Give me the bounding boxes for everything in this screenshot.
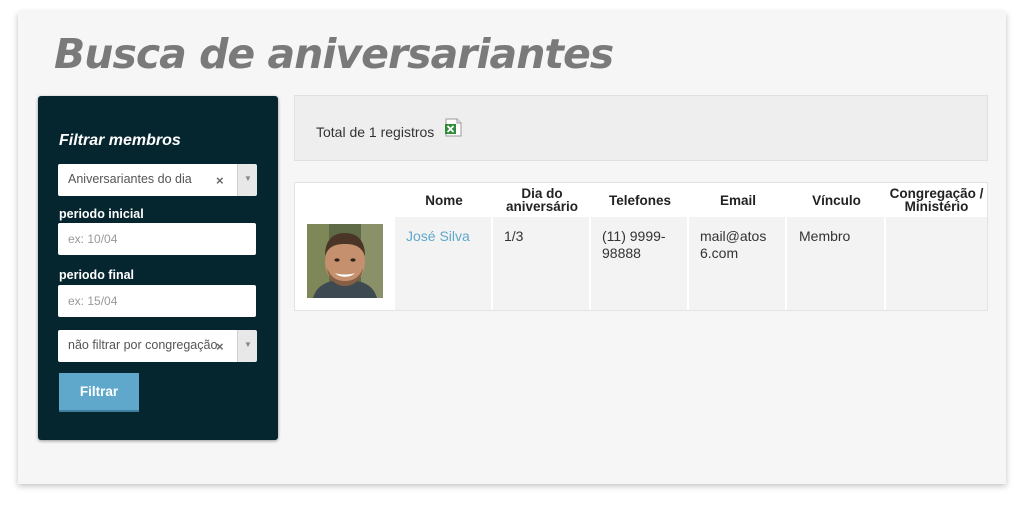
member-name-link[interactable]: José Silva: [406, 228, 470, 244]
clear-icon[interactable]: ×: [216, 173, 224, 188]
congregation-select[interactable]: não filtrar por congregação × ▼: [58, 330, 257, 362]
filter-panel: Filtrar membros Aniversariantes do dia ×…: [38, 96, 278, 440]
results-table: Nome Dia do aniversário Telefones Email V…: [294, 182, 988, 311]
end-period-input[interactable]: [58, 285, 256, 317]
results-summary: Total de 1 registros: [294, 95, 988, 161]
filter-panel-title: Filtrar membros: [59, 132, 181, 149]
avatar: [307, 224, 383, 298]
dropdown-toggle[interactable]: ▼: [237, 330, 257, 362]
birthday-type-selected-value: Aniversariantes do dia: [68, 172, 192, 186]
phones-cell: (11) 9999- 98888: [602, 228, 666, 261]
chevron-down-icon: ▼: [244, 174, 252, 183]
main-card: Busca de aniversariantes Filtrar membros…: [18, 12, 1006, 484]
start-period-label: periodo inicial: [59, 207, 144, 221]
link-cell: Membro: [799, 228, 851, 244]
filter-button[interactable]: Filtrar: [59, 373, 139, 410]
page-title: Busca de aniversariantes: [54, 30, 614, 78]
column-header-link: Vínculo: [812, 192, 861, 208]
total-records-text: Total de 1 registros: [316, 124, 435, 140]
column-header-phones: Telefones: [608, 192, 671, 208]
congregation-selected-value: não filtrar por congregação: [68, 338, 218, 352]
birthday-type-select[interactable]: Aniversariantes do dia × ▼: [58, 164, 257, 196]
excel-icon[interactable]: [444, 118, 462, 137]
end-period-label: periodo final: [59, 268, 134, 282]
chevron-down-icon: ▼: [244, 340, 252, 349]
start-period-input[interactable]: [58, 223, 256, 255]
column-header-name: Nome: [425, 192, 463, 208]
table-row: José Silva: [406, 228, 470, 245]
email-cell: mail@atos 6.com: [700, 228, 767, 261]
dropdown-toggle[interactable]: ▼: [237, 164, 257, 196]
column-header-congregation: Congregação / Ministério: [889, 186, 984, 214]
column-header-birthday: Dia do aniversário: [505, 186, 579, 214]
table-cell: [886, 217, 987, 310]
birthday-cell: 1/3: [504, 228, 524, 244]
clear-icon[interactable]: ×: [216, 339, 224, 354]
column-header-email: Email: [719, 192, 757, 208]
